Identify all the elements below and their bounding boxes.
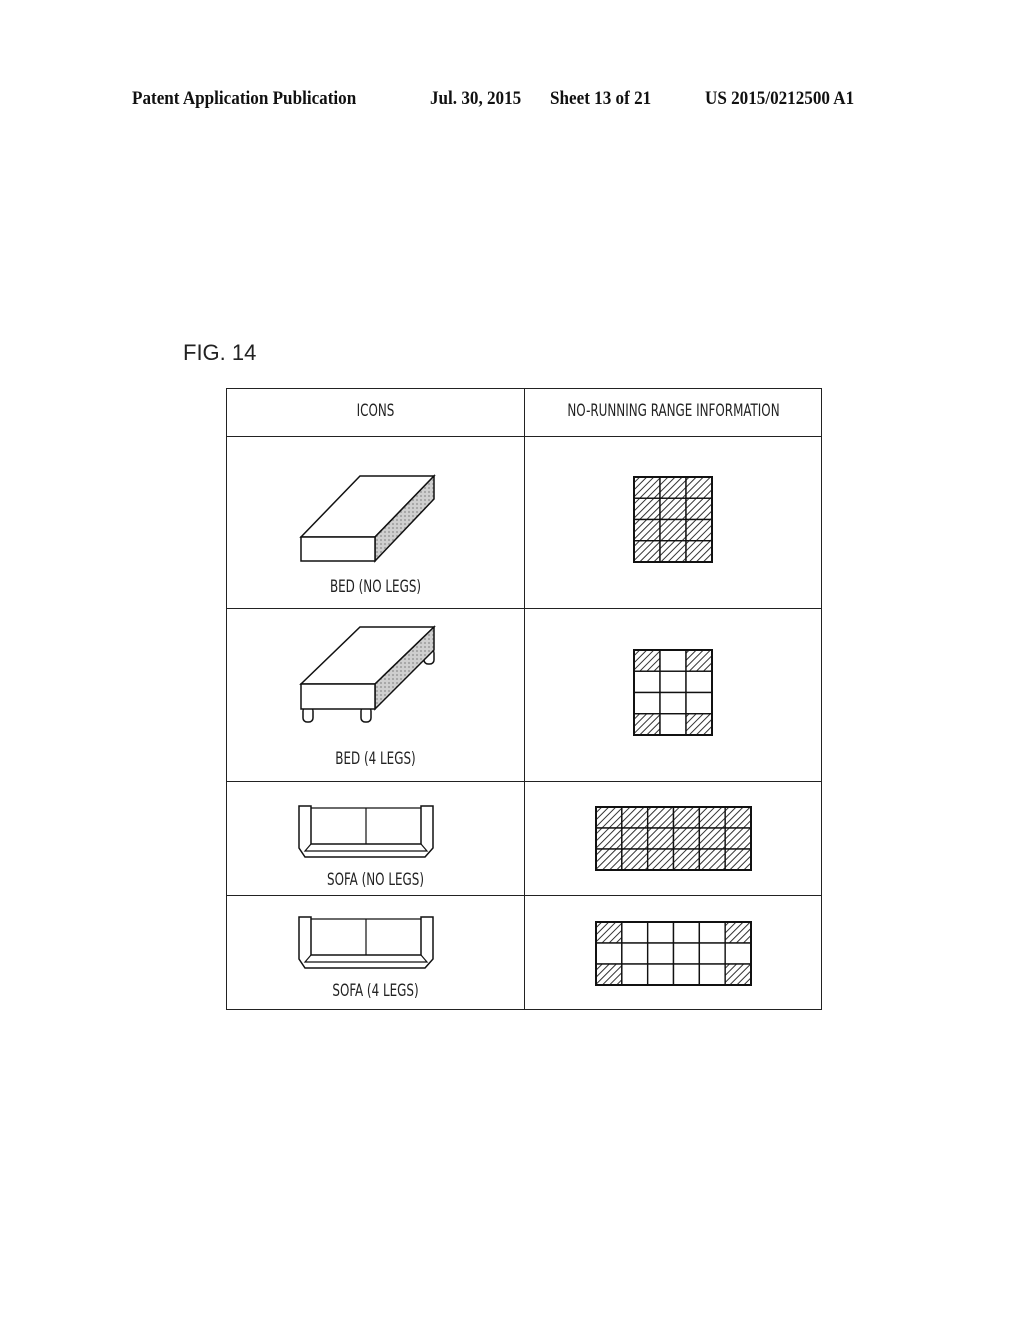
publication-title: Patent Application Publication <box>132 88 357 109</box>
grid-cell-no-running <box>621 827 649 850</box>
grid-cell-runnable <box>698 921 726 944</box>
grid-cell-no-running <box>633 497 661 521</box>
grid-cell-runnable <box>672 942 701 965</box>
grid-cell-no-running <box>621 848 649 871</box>
grid-cell-runnable <box>633 691 661 715</box>
grid-cell-runnable <box>646 921 675 944</box>
grid-cell-no-running <box>698 827 726 850</box>
grid-cell-runnable <box>698 963 726 986</box>
grid-cell-no-running <box>685 476 713 499</box>
grid-cell-runnable <box>659 670 687 694</box>
page-header: Patent Application Publication Jul. 30, … <box>0 88 1024 116</box>
grid-cell-runnable <box>672 921 701 944</box>
grid-cell-no-running <box>672 806 701 829</box>
grid-cell-no-running <box>633 649 661 672</box>
column-divider <box>524 389 525 1009</box>
header-divider <box>227 436 821 437</box>
icon-label: SOFA (NO LEGS) <box>327 870 424 890</box>
grid-cell-runnable <box>621 942 649 965</box>
row-divider <box>227 781 821 782</box>
grid-cell-no-running <box>595 848 623 871</box>
grid-cell-runnable <box>621 921 649 944</box>
no-running-range-grid <box>633 649 713 736</box>
sofa-4-legs-icon <box>298 916 434 969</box>
grid-cell-no-running <box>659 518 687 542</box>
row-divider <box>227 895 821 896</box>
no-running-range-grid <box>595 921 752 986</box>
grid-cell-no-running <box>659 540 687 563</box>
grid-cell-runnable <box>633 670 661 694</box>
grid-cell-runnable <box>621 963 649 986</box>
grid-cell-no-running <box>672 848 701 871</box>
grid-cell-no-running <box>724 848 752 871</box>
no-running-range-grid <box>595 806 752 871</box>
grid-cell-runnable <box>659 691 687 715</box>
grid-cell-runnable <box>724 942 752 965</box>
bed-4-legs-icon <box>299 625 436 723</box>
grid-cell-runnable <box>685 670 713 694</box>
grid-cell-no-running <box>595 963 623 986</box>
grid-cell-runnable <box>685 691 713 715</box>
grid-cell-no-running <box>621 806 649 829</box>
icon-label: BED (4 LEGS) <box>335 749 416 769</box>
grid-cell-no-running <box>633 713 661 736</box>
grid-cell-no-running <box>685 649 713 672</box>
grid-cell-no-running <box>633 476 661 499</box>
column-header-range-info: NO-RUNNING RANGE INFORMATION <box>567 401 780 421</box>
grid-cell-no-running <box>659 497 687 521</box>
grid-cell-no-running <box>698 848 726 871</box>
grid-cell-no-running <box>659 476 687 499</box>
grid-cell-no-running <box>724 921 752 944</box>
grid-cell-runnable <box>659 713 687 736</box>
no-running-range-grid <box>633 476 713 563</box>
grid-cell-no-running <box>633 540 661 563</box>
grid-cell-no-running <box>724 806 752 829</box>
row-divider <box>227 608 821 609</box>
grid-cell-no-running <box>724 827 752 850</box>
grid-cell-no-running <box>672 827 701 850</box>
grid-cell-no-running <box>646 806 675 829</box>
grid-cell-runnable <box>595 942 623 965</box>
grid-cell-no-running <box>698 806 726 829</box>
grid-cell-no-running <box>724 963 752 986</box>
grid-cell-no-running <box>685 518 713 542</box>
icon-label: SOFA (4 LEGS) <box>332 981 419 1001</box>
patent-number: US 2015/0212500 A1 <box>705 88 855 109</box>
grid-cell-no-running <box>595 827 623 850</box>
bed-no-legs-icon <box>299 474 436 563</box>
sheet-number: Sheet 13 of 21 <box>550 88 652 109</box>
grid-cell-no-running <box>595 806 623 829</box>
icon-range-table: ICONS NO-RUNNING RANGE INFORMATION BED (… <box>226 388 822 1010</box>
grid-cell-no-running <box>685 540 713 563</box>
grid-cell-no-running <box>633 518 661 542</box>
grid-cell-no-running <box>685 497 713 521</box>
column-header-icons: ICONS <box>356 401 395 421</box>
grid-cell-runnable <box>646 963 675 986</box>
grid-cell-no-running <box>646 848 675 871</box>
figure-label: FIG. 14 <box>183 340 257 365</box>
grid-cell-runnable <box>698 942 726 965</box>
grid-cell-runnable <box>646 942 675 965</box>
icon-label: BED (NO LEGS) <box>329 577 422 597</box>
grid-cell-runnable <box>672 963 701 986</box>
publication-date: Jul. 30, 2015 <box>430 88 522 109</box>
sofa-no-legs-icon <box>298 805 434 858</box>
grid-cell-runnable <box>659 649 687 672</box>
grid-cell-no-running <box>595 921 623 944</box>
grid-cell-no-running <box>646 827 675 850</box>
grid-cell-no-running <box>685 713 713 736</box>
